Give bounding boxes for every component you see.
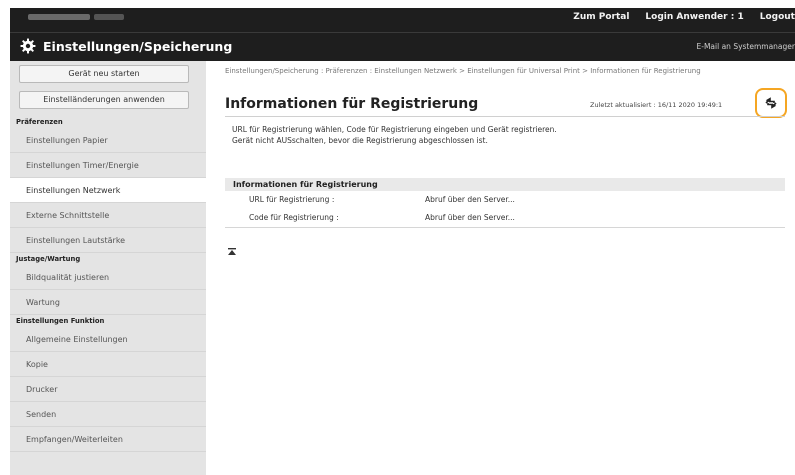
sidebar-item-timer-energy[interactable]: Einstellungen Timer/Energie — [10, 153, 206, 178]
sidebar-item-general[interactable]: Allgemeine Einstellungen — [10, 327, 206, 352]
sidebar-item-network[interactable]: Einstellungen Netzwerk — [10, 178, 206, 203]
sidebar-heading-adjustment: Justage/Wartung — [16, 255, 81, 263]
description-line-1: URL für Registrierung wählen, Code für R… — [232, 125, 557, 134]
sidebar-item-volume[interactable]: Einstellungen Lautstärke — [10, 228, 206, 253]
sidebar-item-receive-forward[interactable]: Empfangen/Weiterleiten — [10, 427, 206, 452]
sidebar-item-copy[interactable]: Kopie — [10, 352, 206, 377]
sidebar-item-paper[interactable]: Einstellungen Papier — [10, 128, 206, 153]
gear-icon — [20, 38, 36, 54]
header-divider — [10, 32, 795, 33]
title-divider — [225, 116, 785, 117]
refresh-icon — [765, 97, 777, 109]
sidebar-menu: Präferenzen Einstellungen Papier Einstel… — [10, 116, 206, 452]
sidebar-item-image-quality[interactable]: Bildqualität justieren — [10, 265, 206, 290]
sidebar-heading-preferences: Präferenzen — [16, 118, 63, 126]
description: URL für Registrierung wählen, Code für R… — [232, 124, 592, 146]
login-count: 1 — [737, 12, 744, 22]
registration-info-panel: Informationen für Registrierung URL für … — [225, 178, 785, 228]
sidebar-item-external-interface[interactable]: Externe Schnittstelle — [10, 203, 206, 228]
apply-settings-button[interactable]: Einstelländerungen anwenden — [19, 91, 189, 109]
breadcrumb: Einstellungen/Speicherung : Präferenzen … — [225, 67, 701, 75]
description-line-2: Gerät nicht AUSschalten, bevor die Regis… — [232, 136, 488, 145]
code-value: Abruf über den Server... — [425, 213, 515, 222]
portal-link[interactable]: Zum Portal — [573, 12, 629, 22]
page-top-icon[interactable] — [227, 247, 237, 257]
url-label: URL für Registrierung : — [249, 195, 335, 204]
sidebar-item-printer[interactable]: Drucker — [10, 377, 206, 402]
login-status: Login Anwender : 1 — [645, 12, 743, 22]
mail-link[interactable]: E-Mail an Systemmanager — [697, 42, 795, 51]
sidebar-item-maintenance[interactable]: Wartung — [10, 290, 206, 315]
panel-heading: Informationen für Registrierung — [225, 178, 785, 191]
info-row-code: Code für Registrierung : Abruf über den … — [225, 209, 785, 227]
device-id-blurred — [94, 14, 124, 20]
sidebar: Gerät neu starten Einstelländerungen anw… — [10, 61, 206, 475]
page-title: Informationen für Registrierung — [225, 96, 479, 112]
main-content: Einstellungen/Speicherung : Präferenzen … — [206, 61, 795, 475]
restart-button[interactable]: Gerät neu starten — [19, 65, 189, 83]
panel-divider — [225, 227, 785, 228]
sidebar-heading-function-settings: Einstellungen Funktion — [16, 317, 105, 325]
device-name-blurred — [28, 14, 90, 20]
refresh-button[interactable] — [755, 88, 787, 118]
code-label: Code für Registrierung : — [249, 213, 339, 222]
top-links: Zum Portal Login Anwender : 1 Logout — [573, 12, 795, 22]
top-bar: Zum Portal Login Anwender : 1 Logout Ein… — [10, 8, 795, 61]
logout-link[interactable]: Logout — [760, 12, 795, 22]
last-updated: Zuletzt aktualisiert : 16/11 2020 19:49:… — [590, 101, 723, 109]
url-value: Abruf über den Server... — [425, 195, 515, 204]
login-label: Login Anwender : — [645, 12, 735, 22]
app-title: Einstellungen/Speicherung — [43, 39, 233, 54]
sidebar-item-send[interactable]: Senden — [10, 402, 206, 427]
info-row-url: URL für Registrierung : Abruf über den S… — [225, 191, 785, 209]
